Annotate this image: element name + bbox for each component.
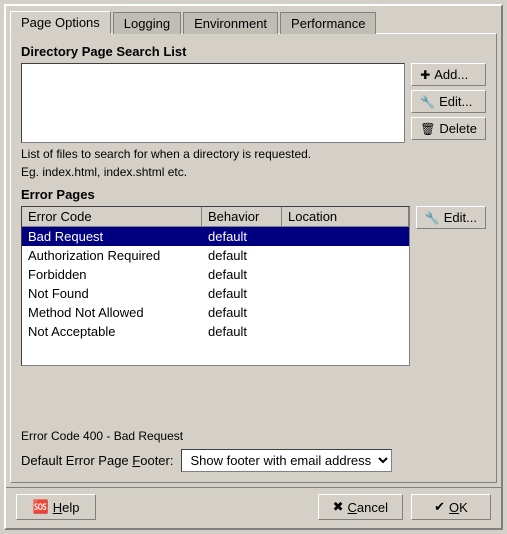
footer-underline-f: F — [132, 453, 140, 468]
edit-dir-button[interactable]: 🔧 Edit... — [411, 90, 486, 113]
cancel-button[interactable]: ✖ Cancel — [318, 494, 403, 520]
error-status: Error Code 400 - Bad Request — [21, 429, 486, 443]
help-button[interactable]: 🆘 Help — [16, 494, 96, 520]
col-header-location: Location — [282, 207, 409, 226]
directory-section: Directory Page Search List ✚ Add... 🔧 Ed… — [21, 44, 486, 179]
error-section-title: Error Pages — [21, 187, 486, 202]
ok-icon: ✔ — [434, 499, 445, 515]
tab-environment[interactable]: Environment — [183, 12, 278, 34]
directory-section-body: ✚ Add... 🔧 Edit... 🗑 Delete — [21, 63, 486, 143]
tab-logging[interactable]: Logging — [113, 12, 181, 34]
table-row[interactable]: Not Acceptabledefault — [22, 322, 409, 341]
bottom-right-buttons: ✖ Cancel ✔ OK — [318, 494, 491, 520]
tab-page-options[interactable]: Page Options — [10, 11, 111, 34]
error-section: Error Pages Error Code Behavior Location… — [21, 187, 486, 472]
col-header-behavior: Behavior — [202, 207, 282, 226]
error-table-body[interactable]: Bad RequestdefaultAuthorization Required… — [22, 227, 409, 365]
edit-error-icon: 🔧 — [425, 211, 440, 225]
add-button[interactable]: ✚ Add... — [411, 63, 486, 86]
directory-section-title: Directory Page Search List — [21, 44, 486, 59]
footer-select[interactable]: Show footer with email addressShow defau… — [181, 449, 392, 472]
table-row[interactable]: Not Founddefault — [22, 284, 409, 303]
delete-button[interactable]: 🗑 Delete — [411, 117, 486, 140]
directory-buttons: ✚ Add... 🔧 Edit... 🗑 Delete — [411, 63, 486, 140]
table-row[interactable]: Bad Requestdefault — [22, 227, 409, 246]
cancel-icon: ✖ — [333, 499, 344, 515]
table-row[interactable]: Method Not Alloweddefault — [22, 303, 409, 322]
edit-error-button[interactable]: 🔧 Edit... — [416, 206, 486, 229]
help-text-2: Eg. index.html, index.shtml etc. — [21, 165, 486, 179]
footer-row: Default Error Page Footer: Show footer w… — [21, 449, 486, 472]
col-header-code: Error Code — [22, 207, 202, 226]
error-table: Error Code Behavior Location Bad Request… — [21, 206, 410, 366]
table-row[interactable]: Forbiddendefault — [22, 265, 409, 284]
help-icon: 🆘 — [33, 499, 49, 515]
directory-listbox[interactable] — [21, 63, 405, 143]
bottom-bar: 🆘 Help ✖ Cancel ✔ OK — [6, 487, 501, 528]
ok-button[interactable]: ✔ OK — [411, 494, 491, 520]
dialog: Page Options Logging Environment Perform… — [4, 4, 503, 530]
error-table-row: Error Code Behavior Location Bad Request… — [21, 206, 486, 425]
error-buttons: 🔧 Edit... — [416, 206, 486, 229]
footer-label: Default Error Page Footer: — [21, 453, 173, 468]
edit-dir-icon: 🔧 — [420, 95, 435, 109]
main-content: Directory Page Search List ✚ Add... 🔧 Ed… — [10, 33, 497, 483]
help-text-1: List of files to search for when a direc… — [21, 147, 486, 161]
table-row[interactable]: Authorization Requireddefault — [22, 246, 409, 265]
error-table-header: Error Code Behavior Location — [22, 207, 409, 227]
add-icon: ✚ — [420, 68, 430, 82]
tab-bar: Page Options Logging Environment Perform… — [6, 6, 501, 33]
delete-icon: 🗑 — [420, 122, 435, 136]
tab-performance[interactable]: Performance — [280, 12, 376, 34]
